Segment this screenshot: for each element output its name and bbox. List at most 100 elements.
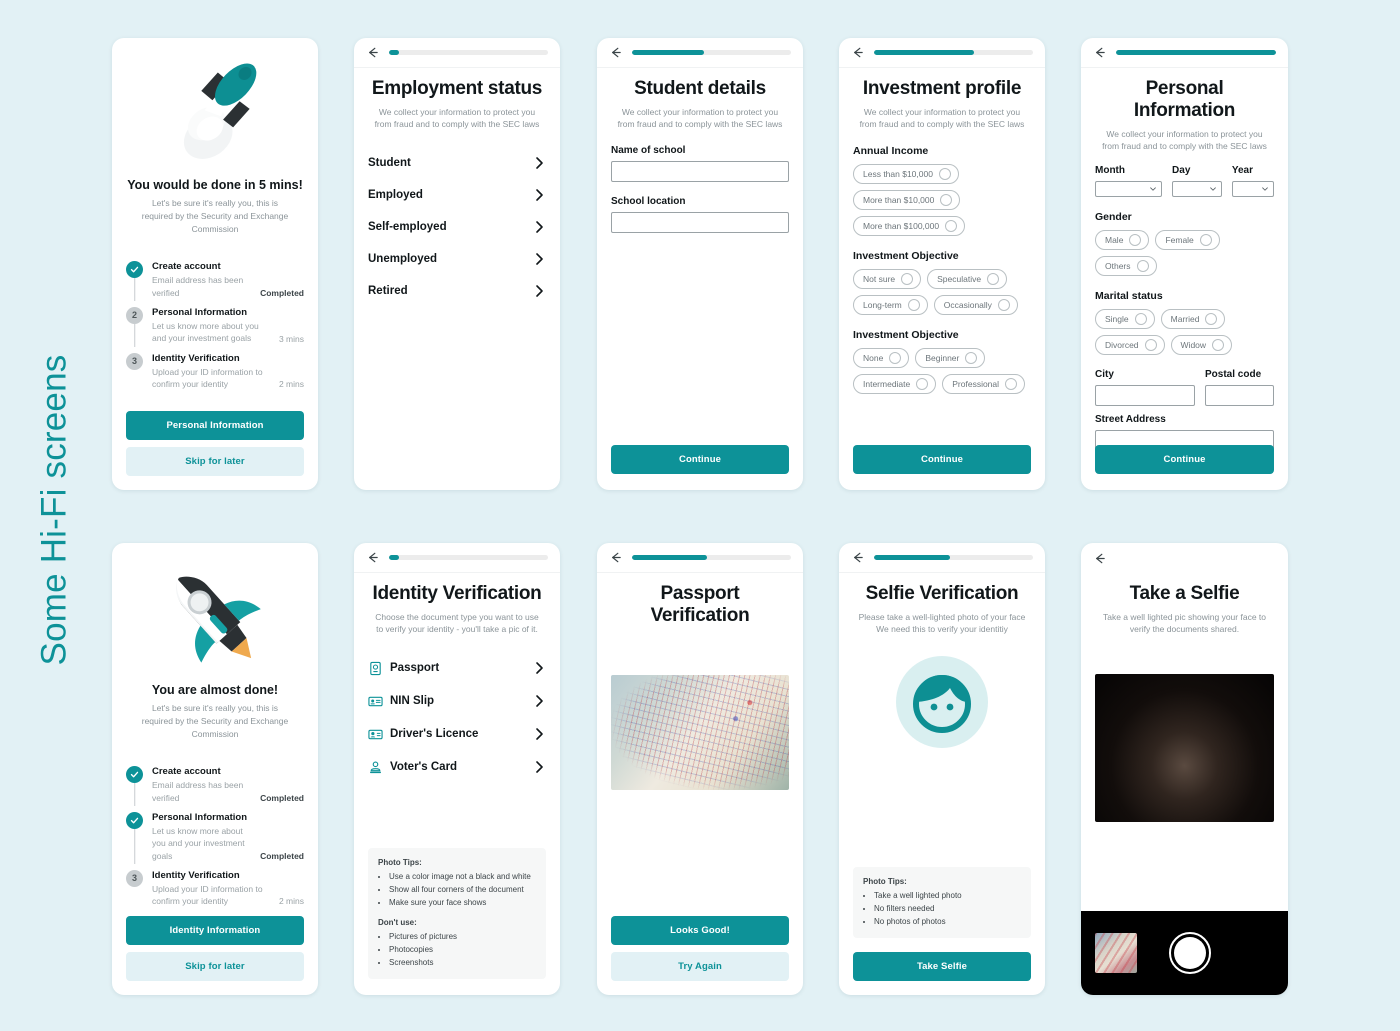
chip-option[interactable]: Male [1095,229,1150,250]
continue-button[interactable]: Continue [611,445,789,474]
option-retired[interactable]: Retired [368,275,546,307]
radio-icon[interactable] [945,219,958,232]
tip-item: Make sure your face shows [389,897,536,909]
checklist-item: 2 Personal Information Let us know more … [126,306,304,353]
back-arrow-icon[interactable] [366,46,379,59]
chevron-right-icon [535,284,544,298]
step-bullet-done [126,261,143,279]
radio-icon[interactable] [1205,312,1218,325]
identity-information-button[interactable]: Identity Information [126,916,304,945]
action-buttons: Looks Good! Try Again [597,916,803,995]
radio-icon[interactable] [1199,233,1212,246]
doc-option-drivers-licence[interactable]: Driver's Licence [368,718,546,751]
skip-for-later-button[interactable]: Skip for later [126,447,304,476]
back-arrow-icon[interactable] [851,551,864,564]
chip-option[interactable]: Female [1155,229,1220,250]
step-status: Completed [260,792,304,803]
doc-option-voters-card[interactable]: Voter's Card [368,751,546,784]
radio-icon[interactable] [916,377,929,390]
take-selfie-button[interactable]: Take Selfie [853,952,1031,981]
radio-icon[interactable] [997,298,1010,311]
progress-fill [1116,50,1276,55]
step-description: Email address has been verified [152,780,244,803]
back-arrow-icon[interactable] [609,551,622,564]
id-card-icon [368,694,383,709]
chip-option[interactable]: Long-term [853,294,928,315]
chip-option[interactable]: Intermediate [853,373,937,394]
step-name: Identity Verification [152,869,240,881]
chevron-right-icon [535,188,544,202]
back-arrow-icon[interactable] [1093,46,1106,59]
try-again-button[interactable]: Try Again [611,952,789,981]
photo-tips-box: Photo Tips: Use a color image not a blac… [368,848,546,979]
radio-icon[interactable] [987,272,1000,285]
radio-icon[interactable] [907,298,920,311]
chip-option[interactable]: Speculative [927,268,1008,289]
back-arrow-icon[interactable] [609,46,622,59]
option-employed[interactable]: Employed [368,179,546,211]
postal-code-input[interactable] [1205,384,1274,406]
chip-option[interactable]: More than $100,000 [853,215,966,236]
gallery-thumbnail[interactable] [1095,933,1137,973]
day-select[interactable] [1172,180,1222,197]
radio-icon[interactable] [1144,338,1157,351]
chip-option[interactable]: Professional [942,373,1026,394]
postal-code-field: Postal code [1205,369,1274,406]
radio-icon[interactable] [1129,233,1142,246]
tips-heading: Photo Tips: [378,858,422,867]
chip-option[interactable]: Beginner [915,347,986,368]
progress-bar [874,555,1033,560]
field-label: Postal code [1205,368,1262,380]
personal-information-button[interactable]: Personal Information [126,411,304,440]
doc-option-passport[interactable]: Passport [368,652,546,685]
page-title: Selfie Verification [865,583,1019,604]
radio-icon[interactable] [938,167,951,180]
radio-icon[interactable] [1005,377,1018,390]
chip-option[interactable]: More than $10,000 [853,189,961,210]
school-location-input[interactable] [611,211,789,233]
chip-option[interactable]: Others [1095,255,1157,276]
chip-option[interactable]: None [853,347,910,368]
doc-option-nin-slip[interactable]: NIN Slip [368,685,546,718]
chip-option[interactable]: Not sure [853,268,922,289]
chip-option[interactable]: Divorced [1095,334,1165,355]
option-self-employed[interactable]: Self-employed [368,211,546,243]
year-select[interactable] [1231,180,1274,197]
page-subtitle: We collect your information to protect y… [1102,129,1267,152]
looks-good-button[interactable]: Looks Good! [611,916,789,945]
card-personal-information: Personal Information We collect your inf… [1081,38,1288,490]
chevron-right-icon [535,760,544,774]
back-arrow-icon[interactable] [366,551,379,564]
option-unemployed[interactable]: Unemployed [368,243,546,275]
chip-option[interactable]: Less than $10,000 [853,163,959,184]
option-student[interactable]: Student [368,147,546,179]
month-select[interactable] [1095,180,1163,197]
continue-button[interactable]: Continue [853,445,1031,474]
page-title: Personal Information [1133,78,1236,121]
radio-icon[interactable] [1212,338,1225,351]
radio-icon[interactable] [901,272,914,285]
skip-for-later-button[interactable]: Skip for later [126,952,304,981]
radio-icon[interactable] [889,351,902,364]
shutter-button[interactable] [1169,932,1211,974]
chip-option[interactable]: Single [1095,308,1155,329]
chip-option[interactable]: Married [1160,308,1226,329]
document-type-list: Passport NIN Slip Driver's Licence Voter… [368,652,546,784]
chip-option[interactable]: Widow [1170,334,1233,355]
radio-icon[interactable] [1134,312,1147,325]
progress-checklist: Create account Email address has been ve… [126,766,304,915]
continue-button[interactable]: Continue [1095,445,1274,474]
city-input[interactable] [1095,384,1196,406]
progress-bar [632,555,791,560]
step-bullet-number: 3 [126,352,143,370]
chip-group-marital-status: Single Married Divorced Widow [1095,308,1274,355]
chip-option[interactable]: Occasionally [933,294,1018,315]
back-arrow-icon[interactable] [1093,552,1106,565]
radio-icon[interactable] [940,193,953,206]
radio-icon[interactable] [1136,259,1149,272]
chip-label: Speculative [937,273,982,284]
passport-photo-preview [611,675,789,790]
back-arrow-icon[interactable] [851,46,864,59]
school-name-input[interactable] [611,160,789,182]
radio-icon[interactable] [965,351,978,364]
